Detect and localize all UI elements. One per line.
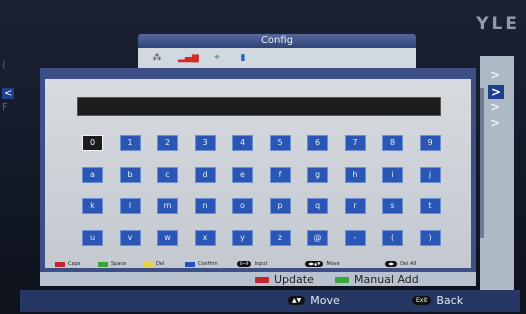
number-keys-icon: 0~9 <box>237 261 252 267</box>
key-char[interactable]: t <box>419 198 441 214</box>
green-key-icon <box>98 261 108 267</box>
key-char[interactable]: y <box>232 229 253 246</box>
red-key-icon <box>55 261 65 267</box>
key-char[interactable]: z <box>269 229 291 246</box>
arrow-keys-icon: ▲▼ <box>288 296 306 305</box>
key-char[interactable]: i <box>382 166 403 183</box>
key-char[interactable]: k <box>82 198 103 214</box>
update-button[interactable]: Update <box>255 273 314 286</box>
side-arrow[interactable]: > <box>490 100 500 114</box>
config-icon-strip: ⁂ ▂▄▆ ⌖ ▮ <box>138 48 416 68</box>
back-button[interactable]: Exit Back <box>412 294 463 307</box>
key-char[interactable]: 3 <box>194 135 216 151</box>
legend-move: ◀▶▲▼ Move <box>305 261 340 267</box>
page-title: Config <box>260 35 294 46</box>
keyboard-panel: 0 1 2 3 4 5 6 7 8 9 a b c d e f g h i j k l m n o p q r s t u v w x y z @ -()… <box>45 79 471 268</box>
legend-label: Confirm <box>198 261 218 267</box>
key-char[interactable]: a <box>82 166 103 183</box>
satellite-icon[interactable]: ⌖ <box>210 52 224 64</box>
key-char[interactable]: v <box>119 229 141 246</box>
key-char[interactable]: r <box>344 198 366 214</box>
left-indicator-active: < <box>2 88 15 99</box>
key-char[interactable]: 7 <box>344 135 366 151</box>
key-char[interactable]: - <box>344 229 366 246</box>
key-char[interactable]: @ <box>307 229 328 246</box>
legend-caps: Caps <box>55 261 80 267</box>
key-char[interactable]: q <box>307 198 328 214</box>
legend-label: Space <box>111 261 127 267</box>
key-char[interactable]: j <box>419 166 441 183</box>
exit-key-icon: Exit <box>412 296 432 305</box>
key-char[interactable]: e <box>232 166 253 183</box>
key-char[interactable]: c <box>157 166 178 183</box>
manual-add-label: Manual Add <box>354 273 419 286</box>
left-indicator: ( <box>2 60 6 71</box>
update-label: Update <box>274 273 314 286</box>
text-input-field[interactable] <box>77 97 441 116</box>
key-char[interactable]: d <box>194 166 216 183</box>
side-arrow-selected[interactable]: > <box>487 85 504 99</box>
yellow-key-icon <box>143 261 153 267</box>
key-char[interactable]: l <box>119 198 141 214</box>
signal-icon[interactable]: ▂▄▆ <box>178 52 199 64</box>
key-legend: Caps Space Del Confirm 0~9 Input ◀▶▲▼ Mo… <box>55 259 469 271</box>
red-key-icon <box>255 276 269 283</box>
side-arrow[interactable]: > <box>490 116 500 130</box>
key-char[interactable]: ( <box>382 229 403 246</box>
legend-label: Input <box>254 261 268 267</box>
brand-logo: YLE <box>476 14 520 34</box>
arrow-keys-icon: ◀▶▲▼ <box>305 261 324 267</box>
key-selected[interactable]: 0 <box>82 135 103 151</box>
footer-bar: ▲▼ Move Exit Back <box>20 290 520 312</box>
footer-move: ▲▼ Move <box>288 294 340 307</box>
side-arrow[interactable]: > <box>490 68 500 82</box>
back-label: Back <box>436 294 464 307</box>
key-char[interactable]: u <box>82 229 103 246</box>
config-header: Config <box>138 34 416 48</box>
key-char[interactable]: 5 <box>269 135 291 151</box>
key-char[interactable]: 8 <box>382 135 403 151</box>
key-char[interactable]: s <box>382 198 403 214</box>
legend-label: Caps <box>68 261 81 267</box>
network-icon[interactable]: ⁂ <box>150 52 164 64</box>
key-char[interactable]: 9 <box>419 135 441 151</box>
key-char[interactable]: 6 <box>307 135 328 151</box>
legend-delall: ◀▶ Del All <box>385 261 416 267</box>
key-char[interactable]: p <box>269 198 291 214</box>
key-char[interactable]: w <box>157 229 178 246</box>
scrollbar[interactable] <box>480 88 484 238</box>
options-bar: Update Manual Add <box>40 272 476 286</box>
key-char[interactable]: b <box>119 166 141 183</box>
key-char[interactable]: x <box>194 229 216 246</box>
legend-label: Del <box>156 261 165 267</box>
page-keys-icon: ◀▶ <box>385 261 398 267</box>
blue-key-icon <box>185 261 195 267</box>
legend-del: Del <box>143 261 164 267</box>
key-char[interactable]: 2 <box>157 135 178 151</box>
key-char[interactable]: n <box>194 198 216 214</box>
key-char[interactable]: f <box>269 166 291 183</box>
key-char[interactable]: o <box>232 198 253 214</box>
key-char[interactable]: m <box>157 198 178 214</box>
key-char[interactable]: h <box>344 166 366 183</box>
manual-add-button[interactable]: Manual Add <box>335 273 419 286</box>
card-icon[interactable]: ▮ <box>236 52 250 64</box>
legend-confirm: Confirm <box>185 261 218 267</box>
legend-input: 0~9 Input <box>237 261 267 267</box>
key-char[interactable]: g <box>307 166 328 183</box>
key-char[interactable]: ) <box>419 229 441 246</box>
legend-space: Space <box>98 261 126 267</box>
keyboard-dialog: 0 1 2 3 4 5 6 7 8 9 a b c d e f g h i j k l m n o p q r s t u v w x y z @ -()… <box>40 68 476 272</box>
legend-label: Del All <box>400 261 417 267</box>
key-char[interactable]: 4 <box>232 135 253 151</box>
footer-label: Move <box>310 294 340 307</box>
left-indicator: F <box>2 102 8 113</box>
key-char[interactable]: 1 <box>119 135 141 151</box>
tv-screen: YLE ( < F > > > > Config ⁂ ▂▄▆ ⌖ ▮ 01234… <box>0 0 526 314</box>
legend-label: Move <box>326 261 340 267</box>
green-key-icon <box>335 276 349 283</box>
